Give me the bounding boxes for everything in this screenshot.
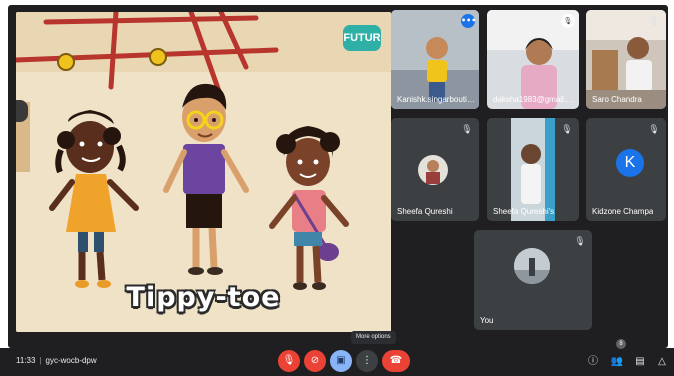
brand-logo: FUTUR — [343, 25, 381, 51]
side-handle[interactable] — [16, 100, 28, 122]
chat-icon[interactable]: ▤ — [633, 355, 647, 369]
mic-off-icon: 🎙 — [461, 125, 473, 135]
caption-text: Tippy-toe — [126, 282, 281, 313]
participant-name: Kanishk.singarbouti@... — [397, 95, 479, 104]
meeting-details: 11:33 | gyc-wocb-dpw — [16, 356, 97, 365]
more-vert-icon[interactable]: ⋮ — [356, 350, 378, 372]
avatar — [514, 248, 550, 284]
mic-off-icon: 🎙 — [648, 125, 660, 135]
meeting-code: gyc-wocb-dpw — [45, 356, 97, 365]
meet-window: FUTUR Tippy-toe ••• Kanishk.singarbouti@… — [0, 0, 674, 376]
meeting-stage: FUTUR Tippy-toe ••• Kanishk.singarbouti@… — [8, 5, 668, 348]
participant-tile[interactable]: K 🎙 Kidzone Champa — [586, 118, 666, 221]
participant-tile[interactable]: 🎙 Saro Chandra — [586, 10, 666, 109]
mic-off-icon: 🎙 — [648, 17, 660, 27]
divider: | — [39, 356, 42, 365]
participant-name: daksha1983@gmail.c... — [493, 95, 575, 104]
people-count-badge: 8 — [616, 339, 626, 349]
speaking-indicator-icon: ••• — [461, 14, 476, 28]
participant-tile[interactable]: ••• Kanishk.singarbouti@... — [391, 10, 479, 109]
end-call-icon[interactable]: ☎ — [382, 350, 410, 372]
mic-off-icon: 🎙 — [561, 14, 575, 28]
mic-off-icon: 🎙 — [574, 237, 586, 247]
clock-time: 11:33 — [16, 356, 36, 365]
shared-presentation[interactable]: FUTUR Tippy-toe — [16, 12, 391, 332]
avatar: K — [616, 149, 644, 177]
more-options-tooltip: More options — [351, 331, 396, 344]
participant-name: Sheefa Qureshi's — [493, 207, 555, 216]
activities-icon[interactable]: △ — [655, 355, 669, 369]
mic-off-icon[interactable]: 🎙 — [278, 350, 300, 372]
participant-tile[interactable]: 🎙 daksha1983@gmail.c... — [487, 10, 579, 109]
participant-tile[interactable]: 🎙 Sheefa Qureshi's — [487, 118, 579, 221]
info-icon[interactable]: ⓘ — [586, 355, 600, 369]
camera-off-icon[interactable]: ⊘ — [304, 350, 326, 372]
participant-name: Sheefa Qureshi — [397, 207, 453, 216]
control-bar: 11:33 | gyc-wocb-dpw 🎙 ⊘ ▣ ⋮ ☎ ⓘ 👥 ▤ △ — [0, 348, 674, 376]
participant-name: Saro Chandra — [592, 95, 642, 104]
participant-name: You — [480, 316, 494, 325]
mic-off-icon: 🎙 — [561, 125, 573, 135]
present-icon[interactable]: ▣ — [330, 350, 352, 372]
self-tile[interactable]: 🎙 You — [474, 230, 592, 330]
participant-tile[interactable]: 🎙 Sheefa Qureshi — [391, 118, 479, 221]
participant-name: Kidzone Champa — [592, 207, 654, 216]
people-icon[interactable]: 👥 — [610, 355, 624, 369]
